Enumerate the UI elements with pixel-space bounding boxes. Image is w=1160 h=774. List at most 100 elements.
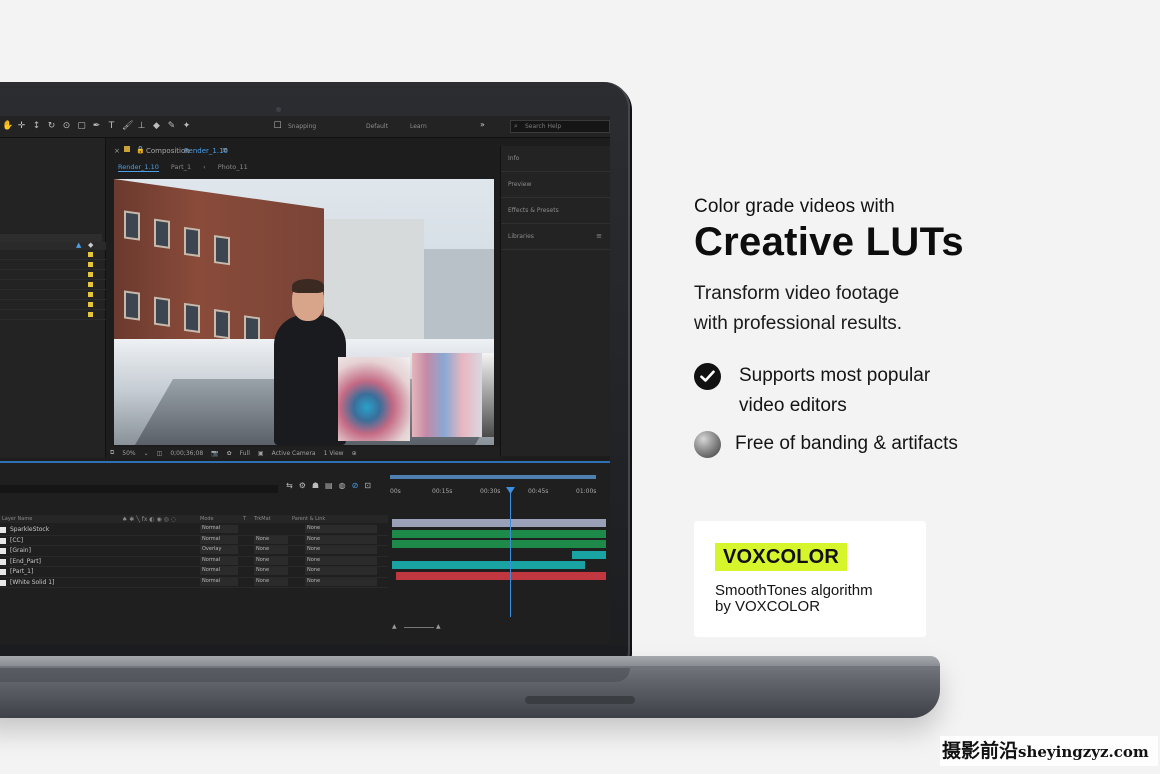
layer-parent-dropdown[interactable]: None xyxy=(305,535,377,544)
shy-icon[interactable]: ☗ xyxy=(312,481,319,490)
arrow-tool-icon[interactable]: ↕ xyxy=(32,122,41,131)
eraser-tool-icon[interactable]: ◆ xyxy=(152,122,161,131)
layer-bar-end-part[interactable] xyxy=(571,550,606,559)
table-row[interactable]: [Grain] Overlay None None xyxy=(0,546,388,557)
always-preview-icon[interactable]: ⧉ xyxy=(110,449,114,457)
table-row[interactable]: SparkleStock Normal None xyxy=(0,525,388,536)
window xyxy=(214,309,230,340)
graph-editor-icon[interactable]: ⊘ xyxy=(352,481,359,490)
rotate-tool-icon[interactable]: ↻ xyxy=(47,122,56,131)
magnification-dropdown[interactable]: 50% xyxy=(122,450,135,457)
layer-trkmat-dropdown[interactable]: None xyxy=(254,535,288,544)
workspace-learn[interactable]: Learn xyxy=(410,123,427,130)
layer-mode-dropdown[interactable]: Normal xyxy=(200,556,238,565)
layer-trkmat-dropdown[interactable]: None xyxy=(254,567,288,575)
motion-blur-icon[interactable]: ◍ xyxy=(339,481,346,490)
zoom-in-icon[interactable]: ▲ xyxy=(436,623,441,630)
label-icon[interactable]: ◆ xyxy=(88,241,93,249)
composition-viewer[interactable] xyxy=(114,179,494,445)
zoom-slider[interactable] xyxy=(404,627,434,628)
draft-3d-icon[interactable]: ⚙ xyxy=(299,481,306,490)
layer-parent-dropdown[interactable]: None xyxy=(305,556,377,565)
panel-libraries[interactable]: Libraries ≡ xyxy=(501,224,610,250)
text-tool-icon[interactable]: T xyxy=(107,122,116,131)
footage-person xyxy=(274,315,346,445)
panel-preview[interactable]: Preview xyxy=(501,172,610,198)
layer-trkmat-dropdown[interactable]: None xyxy=(254,546,288,554)
layer-trkmat-dropdown[interactable]: None xyxy=(254,556,288,565)
panel-info[interactable]: Info xyxy=(501,146,610,172)
list-item[interactable] xyxy=(0,250,106,260)
panel-effects-presets[interactable]: Effects & Presets xyxy=(501,198,610,224)
time-ruler[interactable]: 00s 00:15s 00:30s 00:45s 01:00s xyxy=(390,487,606,509)
move-tool-icon[interactable]: ✛ xyxy=(17,122,26,131)
layer-bar-white-solid[interactable] xyxy=(396,571,606,580)
menu-icon[interactable]: ≡ xyxy=(596,232,602,240)
panel-libraries-label: Libraries xyxy=(508,233,534,240)
pen-tool-icon[interactable]: ✒ xyxy=(92,122,101,131)
close-icon[interactable]: × xyxy=(114,147,120,155)
table-row[interactable]: [CC] Normal None None xyxy=(0,535,388,546)
region-icon[interactable]: ▣ xyxy=(258,450,264,457)
color-channel-icon[interactable]: ✿ xyxy=(227,450,232,457)
brush-tool-icon[interactable]: 🖌 xyxy=(122,122,133,131)
layer-trkmat-dropdown[interactable]: None xyxy=(254,577,288,586)
project-search-bar[interactable] xyxy=(0,234,102,242)
layer-parent-dropdown[interactable]: None xyxy=(305,577,377,586)
layer-mode-dropdown[interactable]: Normal xyxy=(200,535,238,544)
reset-exposure-icon[interactable]: ⊕ xyxy=(352,450,357,457)
list-item[interactable] xyxy=(0,290,106,300)
list-item[interactable] xyxy=(0,280,106,290)
playhead[interactable] xyxy=(510,487,511,617)
layer-bar-part-1[interactable] xyxy=(392,561,585,569)
workspace-default[interactable]: Default xyxy=(366,123,388,130)
work-area-bar[interactable] xyxy=(390,475,596,479)
list-item[interactable] xyxy=(0,300,106,310)
roto-tool-icon[interactable]: ✎ xyxy=(167,122,176,131)
tab-photo[interactable]: Photo_11 xyxy=(218,163,248,172)
layer-parent-dropdown[interactable]: None xyxy=(305,525,377,533)
menu-icon[interactable]: ≡ xyxy=(222,146,228,154)
table-row[interactable]: [White Solid 1] Normal None None xyxy=(0,577,388,588)
puppet-tool-icon[interactable]: ✦ xyxy=(182,122,191,131)
tab-part[interactable]: Part_1 xyxy=(171,163,191,172)
stamp-tool-icon[interactable]: ⊥ xyxy=(137,122,146,131)
comp-mini-icon[interactable]: ⊡ xyxy=(364,481,371,490)
layer-mode-dropdown[interactable]: Normal xyxy=(200,567,238,575)
timeline-zoom[interactable]: ▲ ▲ xyxy=(392,623,606,633)
layer-parent-dropdown[interactable]: None xyxy=(305,546,377,554)
frame-blend-icon[interactable]: ▤ xyxy=(325,481,333,490)
search-help-input[interactable]: ⌕ Search Help xyxy=(510,120,610,133)
chevron-down-icon[interactable]: ⌄ xyxy=(144,450,149,457)
resolution-dropdown[interactable]: Full xyxy=(240,450,250,457)
mask-icon[interactable]: ◫ xyxy=(157,450,163,457)
layer-mode-dropdown[interactable]: Normal xyxy=(200,525,238,533)
sort-icon[interactable]: ▲ xyxy=(76,241,81,249)
hand-tool-icon[interactable]: ✋ xyxy=(2,122,13,131)
lock-icon[interactable]: 🔒 xyxy=(136,146,145,154)
table-row[interactable]: [End_Part] Normal None None xyxy=(0,556,388,567)
comp-flowchart-icon[interactable]: ⇆ xyxy=(286,481,293,490)
layer-color-swatch xyxy=(0,558,6,565)
layer-mode-dropdown[interactable]: Overlay xyxy=(200,546,238,554)
table-row[interactable]: [Part_1] Normal None None xyxy=(0,567,388,578)
workspace-overflow-icon[interactable]: » xyxy=(480,120,485,129)
timeline-search-bar[interactable] xyxy=(0,485,278,493)
layer-bar-sparklestock[interactable] xyxy=(392,519,606,527)
snapping-checkbox-icon[interactable]: ☐ xyxy=(273,122,282,131)
layer-bar-grain[interactable] xyxy=(392,540,606,548)
layer-bar-cc[interactable] xyxy=(392,529,606,538)
rect-tool-icon[interactable]: ▢ xyxy=(77,122,86,131)
zoom-out-icon[interactable]: ▲ xyxy=(392,623,397,630)
timecode[interactable]: 0;00;36;08 xyxy=(170,450,203,457)
tab-render[interactable]: Render_1.10 xyxy=(118,163,159,172)
list-item[interactable] xyxy=(0,270,106,280)
camera-dropdown[interactable]: Active Camera xyxy=(272,450,316,457)
camera-tool-icon[interactable]: ⊙ xyxy=(62,122,71,131)
layer-mode-dropdown[interactable]: Normal xyxy=(200,577,238,586)
snapshot-icon[interactable]: 📷 xyxy=(211,450,218,457)
views-dropdown[interactable]: 1 View xyxy=(324,450,344,457)
list-item[interactable] xyxy=(0,310,106,320)
layer-parent-dropdown[interactable]: None xyxy=(305,567,377,575)
list-item[interactable] xyxy=(0,260,106,270)
